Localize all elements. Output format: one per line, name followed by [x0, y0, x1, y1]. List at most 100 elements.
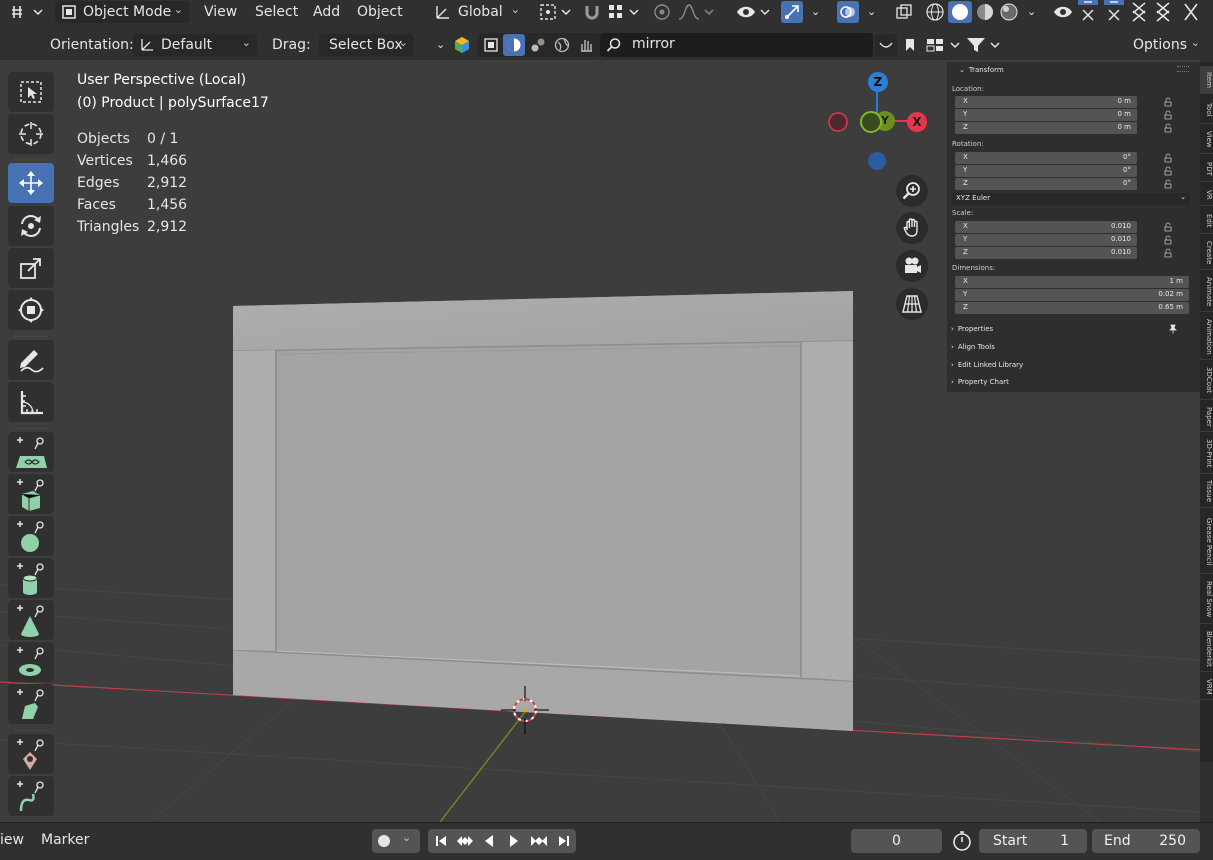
start-frame-field[interactable]: Start 1 — [979, 829, 1087, 853]
rotation-z-field[interactable]: Z 0° — [955, 178, 1137, 190]
lock-icon[interactable] — [1163, 153, 1173, 163]
pan-button[interactable] — [896, 212, 928, 244]
snap-toggle[interactable] — [581, 1, 603, 23]
bookmark-button[interactable] — [899, 34, 921, 56]
transform-panel-header[interactable]: ⌄ Transform — [959, 66, 1004, 74]
gizmo-toggle[interactable] — [781, 1, 803, 23]
tab-vr[interactable]: VR — [1200, 184, 1213, 206]
drag-handle-icon[interactable] — [1177, 66, 1189, 72]
jump-end-button[interactable] — [551, 829, 576, 853]
pivot-point-button[interactable] — [537, 1, 573, 23]
location-z-field[interactable]: Z 0 m — [955, 122, 1137, 134]
panel-mesh[interactable] — [232, 291, 854, 731]
tool-transform[interactable] — [8, 290, 54, 330]
drag-dropdown[interactable]: Select Box ⌄ — [319, 34, 414, 56]
overlays-toggle[interactable] — [837, 1, 859, 23]
gizmo-z-axis[interactable]: Z — [868, 72, 888, 92]
panel-edit-linked-library[interactable]: › Edit Linked Library — [951, 361, 1023, 369]
select-hand-button[interactable] — [575, 34, 597, 56]
tab-view[interactable]: View — [1200, 126, 1213, 154]
tab-item[interactable]: Item — [1200, 66, 1213, 94]
tab-vrm[interactable]: VRM — [1200, 674, 1213, 700]
location-x-field[interactable]: X 0 m — [955, 96, 1137, 108]
shading-rendered-button[interactable] — [997, 1, 1021, 23]
tool-add-curve[interactable] — [8, 776, 54, 816]
window-minimize-button[interactable] — [1076, 0, 1100, 22]
jump-start-button[interactable] — [428, 829, 453, 853]
scale-z-field[interactable]: Z 0.010 — [955, 247, 1137, 259]
tool-add-cylinder[interactable] — [8, 558, 54, 598]
tab-tool[interactable]: Tool — [1200, 96, 1213, 124]
lock-icon[interactable] — [1163, 248, 1173, 258]
visibility-button[interactable] — [734, 1, 774, 23]
layout-dropdown[interactable] — [924, 34, 962, 56]
window-restore-button[interactable] — [1102, 0, 1126, 22]
filter-dropdown[interactable] — [964, 34, 1002, 56]
ortho-toggle-button[interactable] — [896, 288, 928, 320]
tab-tissue[interactable]: Tissue — [1200, 476, 1213, 508]
chevron-down-icon[interactable]: ⌄ — [811, 3, 820, 21]
tab-paper[interactable]: Paper — [1200, 402, 1213, 432]
close-button[interactable] — [1180, 1, 1202, 23]
select-active-button[interactable] — [503, 34, 525, 56]
menu-add[interactable]: Add — [313, 3, 340, 21]
addon-hex-button[interactable] — [452, 34, 472, 56]
transform-orientation-dropdown[interactable]: Global ⌄ — [428, 1, 526, 23]
dimensions-z-field[interactable]: Z 0.65 m — [955, 302, 1189, 314]
location-y-field[interactable]: Y 0 m — [955, 109, 1137, 121]
xray-toggle[interactable] — [893, 1, 915, 23]
play-reverse-button[interactable] — [476, 829, 501, 853]
chevron-down-icon[interactable]: ⌄ — [436, 36, 445, 54]
tool-measure[interactable] — [8, 382, 54, 422]
lock-icon[interactable] — [1163, 97, 1173, 107]
current-frame-field[interactable]: 0 — [851, 829, 942, 853]
tab-3d-print[interactable]: 3D-Print — [1200, 434, 1213, 474]
mode-dropdown[interactable]: Object Mode ⌄ — [55, 1, 189, 23]
tool-add-cube[interactable] — [8, 474, 54, 514]
tab-animation[interactable]: Animation — [1200, 314, 1213, 360]
timeline-marker-menu[interactable]: Marker — [41, 832, 89, 848]
tab-animate[interactable]: Animate — [1200, 272, 1213, 312]
play-button[interactable] — [501, 829, 526, 853]
select-world-button[interactable] — [551, 34, 573, 56]
tab-pdt[interactable]: PDT — [1200, 156, 1213, 182]
prev-keyframe-button[interactable] — [452, 829, 477, 853]
select-mode-button[interactable] — [480, 34, 502, 56]
lock-icon[interactable] — [1163, 222, 1173, 232]
lock-icon[interactable] — [1163, 179, 1173, 189]
close-button[interactable] — [1128, 1, 1150, 23]
end-frame-field[interactable]: End 250 — [1092, 829, 1200, 853]
panel-align-tools[interactable]: › Align Tools — [951, 343, 995, 351]
menu-view[interactable]: View — [204, 3, 237, 21]
tab-edit[interactable]: Edit — [1200, 208, 1213, 234]
scale-y-field[interactable]: Y 0.010 — [955, 234, 1137, 246]
dimensions-x-field[interactable]: X 1 m — [955, 276, 1189, 288]
falloff-button[interactable] — [676, 1, 716, 23]
tab-grease-pencil[interactable]: Grease Pencil — [1200, 510, 1213, 574]
tool-annotate[interactable] — [8, 340, 54, 380]
rotation-y-field[interactable]: Y 0° — [955, 165, 1137, 177]
shading-solid-button[interactable] — [948, 1, 972, 23]
next-keyframe-button[interactable] — [526, 829, 551, 853]
shading-wireframe-button[interactable] — [923, 1, 947, 23]
menu-select[interactable]: Select — [255, 3, 298, 21]
chevron-down-icon[interactable]: ⌄ — [1027, 3, 1036, 21]
tool-add-torus[interactable] — [8, 642, 54, 682]
scale-x-field[interactable]: X 0.010 — [955, 221, 1137, 233]
timeline-view-menu[interactable]: iew — [0, 832, 24, 848]
lock-icon[interactable] — [1163, 110, 1173, 120]
menu-object[interactable]: Object — [357, 3, 403, 21]
lock-icon[interactable] — [1163, 166, 1173, 176]
snap-target-button[interactable] — [605, 1, 641, 23]
select-shapes-button[interactable] — [527, 34, 549, 56]
view-visibility-toggle[interactable] — [1052, 1, 1074, 23]
editor-type-button[interactable] — [8, 1, 46, 23]
gizmo-x-axis[interactable]: X — [907, 112, 927, 132]
tool-move[interactable] — [8, 163, 54, 203]
panel-property-chart[interactable]: › Property Chart — [951, 378, 1009, 386]
gizmo-y-axis[interactable]: Y — [878, 114, 892, 128]
navigation-gizmo[interactable] — [828, 89, 910, 170]
tab-create[interactable]: Create — [1200, 236, 1213, 270]
rotation-x-field[interactable]: X 0° — [955, 152, 1137, 164]
tool-add-torus-plane[interactable] — [8, 432, 54, 472]
